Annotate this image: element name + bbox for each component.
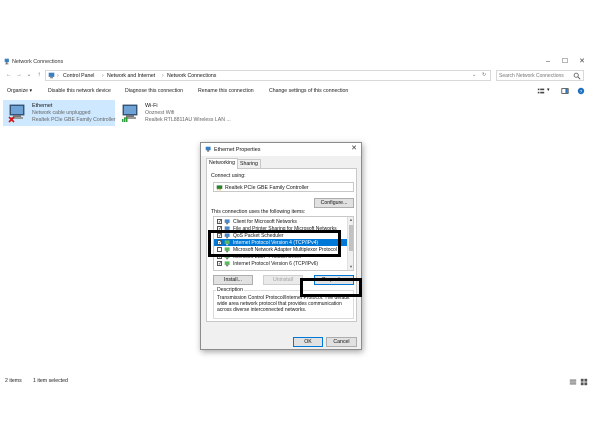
install-button[interactable]: Install... xyxy=(213,275,253,285)
dialog-titlebar: Ethernet Properties ✕ xyxy=(201,143,361,156)
svg-text:?: ? xyxy=(580,89,583,95)
organize-menu[interactable]: Organize ▾ xyxy=(7,88,32,94)
search-input[interactable] xyxy=(499,72,573,80)
back-arrow-icon[interactable]: ← xyxy=(5,71,13,80)
address-dropdown-icon[interactable]: ⌄ xyxy=(472,72,476,78)
connection-adapter: Realtek PCIe GBE Family Controller xyxy=(32,117,116,123)
connect-using-label: Connect using: xyxy=(211,173,246,179)
breadcrumb-separator: › xyxy=(102,73,104,79)
item-checkbox[interactable]: ✓ xyxy=(217,219,222,225)
connection-item-ethernet[interactable]: Ethernet Network cable unplugged Realtek… xyxy=(3,100,116,126)
large-icons-view-icon[interactable] xyxy=(580,378,588,386)
items-label: This connection uses the following items… xyxy=(211,209,306,215)
scroll-down-icon[interactable]: ▼ xyxy=(348,264,353,270)
ethernet-adapter-icon xyxy=(8,104,25,123)
forward-arrow-icon[interactable]: → xyxy=(15,71,23,80)
connection-item-wifi[interactable]: Wi-Fi Ooznest Wifi Realtek RTL8811AU Wir… xyxy=(116,100,236,126)
scroll-up-icon[interactable]: ▲ xyxy=(348,217,353,223)
connection-status: Network cable unplugged xyxy=(32,110,91,116)
maximize-button[interactable]: ☐ xyxy=(560,57,570,66)
preview-pane-icon[interactable] xyxy=(561,87,569,95)
diagnose-connection-button[interactable]: Diagnose this connection xyxy=(125,88,183,94)
command-bar: Organize ▾ Disable this network device D… xyxy=(0,85,592,97)
details-view-icon[interactable] xyxy=(569,378,577,386)
item-checkbox[interactable]: ✓ xyxy=(217,261,222,267)
breadcrumb-network-and-internet[interactable]: Network and Internet xyxy=(107,73,155,79)
close-button[interactable]: ✕ xyxy=(577,57,587,66)
recent-chevron-down-icon[interactable]: ⌄ xyxy=(25,71,33,80)
window-title: Network Connections xyxy=(12,59,64,65)
wifi-adapter-icon xyxy=(122,104,138,122)
network-client-icon xyxy=(224,219,230,225)
change-settings-button[interactable]: Change settings of this connection xyxy=(269,88,348,94)
network-connections-icon xyxy=(4,58,9,65)
search-icon xyxy=(573,72,581,80)
configure-button[interactable]: Configure... xyxy=(314,198,354,208)
list-item[interactable]: ✓ Client for Microsoft Networks xyxy=(214,218,348,225)
help-icon[interactable]: ? xyxy=(577,87,585,95)
cancel-button[interactable]: Cancel xyxy=(326,337,357,347)
view-options-icon[interactable] xyxy=(537,87,545,95)
list-scrollbar[interactable]: ▲ ▼ xyxy=(347,217,353,270)
connection-name: Wi-Fi xyxy=(145,103,158,109)
up-arrow-icon[interactable]: ↑ xyxy=(35,71,43,80)
address-field[interactable]: › Control Panel › Network and Internet ›… xyxy=(45,70,491,81)
ok-button[interactable]: OK xyxy=(293,337,323,347)
adapter-name: Realtek PCIe GBE Family Controller xyxy=(225,185,309,191)
ethernet-properties-icon xyxy=(205,146,211,152)
minimize-button[interactable]: – xyxy=(543,57,553,66)
item-name: Internet Protocol Version 6 (TCP/IPv6) xyxy=(233,261,319,267)
control-panel-icon xyxy=(48,72,55,79)
item-count: 2 items xyxy=(5,378,22,384)
view-chevron-down-icon[interactable]: ▾ xyxy=(547,87,550,93)
dialog-title: Ethernet Properties xyxy=(214,147,261,153)
selection-count: 1 item selected xyxy=(33,378,68,384)
rename-connection-button[interactable]: Rename this connection xyxy=(198,88,254,94)
address-bar: ← → ⌄ ↑ › Control Panel › Network and In… xyxy=(0,69,592,83)
breadcrumb-separator: › xyxy=(57,73,59,79)
network-adapter-icon xyxy=(216,185,223,191)
adapter-field: Realtek PCIe GBE Family Controller xyxy=(213,182,354,192)
list-item[interactable]: ✓ Internet Protocol Version 6 (TCP/IPv6) xyxy=(214,260,348,267)
disable-device-button[interactable]: Disable this network device xyxy=(48,88,111,94)
scroll-thumb[interactable] xyxy=(349,225,353,251)
breadcrumb-network-connections[interactable]: Network Connections xyxy=(167,73,216,79)
tab-networking[interactable]: Networking xyxy=(206,158,238,169)
description-text: Transmission Control Protocol/Internet P… xyxy=(217,295,350,313)
breadcrumb-control-panel[interactable]: Control Panel xyxy=(63,73,94,79)
status-bar: 2 items 1 item selected xyxy=(0,376,592,388)
uninstall-button: Uninstall xyxy=(263,275,303,285)
highlight-box-ipv4 xyxy=(208,230,341,257)
search-box[interactable] xyxy=(496,70,584,81)
description-label: Description xyxy=(216,287,244,293)
refresh-icon[interactable]: ↻ xyxy=(482,72,486,78)
connection-status: Ooznest Wifi xyxy=(145,110,175,116)
breadcrumb-separator: › xyxy=(162,73,164,79)
network-protocol-icon xyxy=(224,261,230,267)
connection-adapter: Realtek RTL8811AU Wireless LAN ... xyxy=(145,117,231,123)
highlight-box-properties xyxy=(300,278,362,297)
dialog-close-icon[interactable]: ✕ xyxy=(351,144,357,152)
window-titlebar: Network Connections – ☐ ✕ xyxy=(0,55,592,69)
connection-name: Ethernet xyxy=(32,103,53,109)
